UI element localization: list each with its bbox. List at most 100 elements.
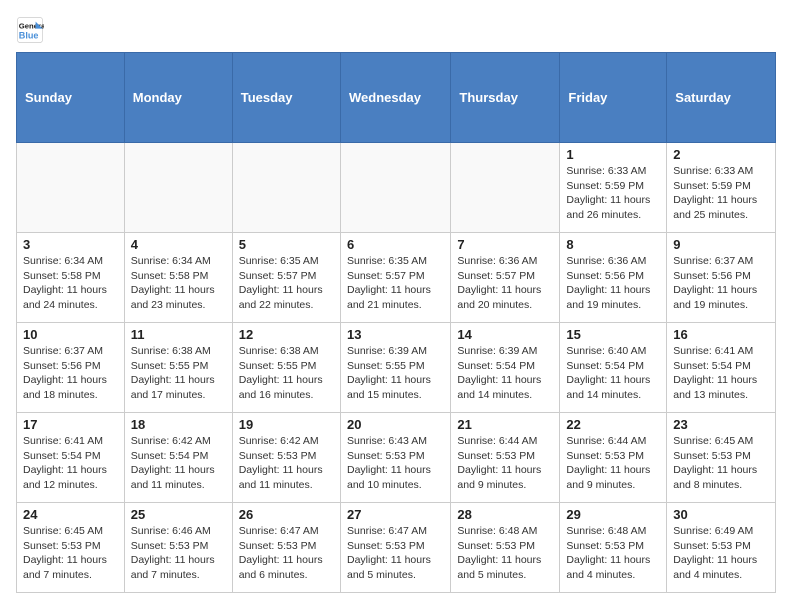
week-row-2: 10 Sunrise: 6:37 AM Sunset: 5:56 PM Dayli… bbox=[17, 323, 776, 413]
day-number: 11 bbox=[131, 327, 226, 342]
day-info: Sunrise: 6:49 AM Sunset: 5:53 PM Dayligh… bbox=[673, 524, 769, 583]
week-row-0: 1 Sunrise: 6:33 AM Sunset: 5:59 PM Daylig… bbox=[17, 143, 776, 233]
calendar-cell: 3 Sunrise: 6:34 AM Sunset: 5:58 PM Daylig… bbox=[17, 233, 125, 323]
calendar-cell: 19 Sunrise: 6:42 AM Sunset: 5:53 PM Dayli… bbox=[232, 413, 340, 503]
col-header-tuesday: Tuesday bbox=[232, 53, 340, 143]
calendar-table: SundayMondayTuesdayWednesdayThursdayFrid… bbox=[16, 52, 776, 593]
day-number: 14 bbox=[457, 327, 553, 342]
calendar-cell: 1 Sunrise: 6:33 AM Sunset: 5:59 PM Daylig… bbox=[560, 143, 667, 233]
day-number: 2 bbox=[673, 147, 769, 162]
logo: General Blue bbox=[16, 16, 48, 44]
day-number: 24 bbox=[23, 507, 118, 522]
calendar-cell: 2 Sunrise: 6:33 AM Sunset: 5:59 PM Daylig… bbox=[667, 143, 776, 233]
week-row-4: 24 Sunrise: 6:45 AM Sunset: 5:53 PM Dayli… bbox=[17, 503, 776, 593]
calendar-cell: 4 Sunrise: 6:34 AM Sunset: 5:58 PM Daylig… bbox=[124, 233, 232, 323]
day-info: Sunrise: 6:35 AM Sunset: 5:57 PM Dayligh… bbox=[347, 254, 444, 313]
day-info: Sunrise: 6:34 AM Sunset: 5:58 PM Dayligh… bbox=[131, 254, 226, 313]
day-number: 18 bbox=[131, 417, 226, 432]
calendar-cell: 9Sunrise: 6:37 AM Sunset: 5:56 PM Daylig… bbox=[667, 233, 776, 323]
col-header-wednesday: Wednesday bbox=[340, 53, 450, 143]
calendar-cell: 17Sunrise: 6:41 AM Sunset: 5:54 PM Dayli… bbox=[17, 413, 125, 503]
calendar-cell: 11 Sunrise: 6:38 AM Sunset: 5:55 PM Dayli… bbox=[124, 323, 232, 413]
calendar-cell: 28 Sunrise: 6:48 AM Sunset: 5:53 PM Dayli… bbox=[451, 503, 560, 593]
day-number: 19 bbox=[239, 417, 334, 432]
col-header-saturday: Saturday bbox=[667, 53, 776, 143]
day-number: 7 bbox=[457, 237, 553, 252]
day-number: 5 bbox=[239, 237, 334, 252]
day-info: Sunrise: 6:41 AM Sunset: 5:54 PM Dayligh… bbox=[673, 344, 769, 403]
day-info: Sunrise: 6:38 AM Sunset: 5:55 PM Dayligh… bbox=[131, 344, 226, 403]
day-number: 27 bbox=[347, 507, 444, 522]
day-info: Sunrise: 6:42 AM Sunset: 5:53 PM Dayligh… bbox=[239, 434, 334, 493]
day-info: Sunrise: 6:47 AM Sunset: 5:53 PM Dayligh… bbox=[239, 524, 334, 583]
week-row-1: 3 Sunrise: 6:34 AM Sunset: 5:58 PM Daylig… bbox=[17, 233, 776, 323]
calendar-header-row: SundayMondayTuesdayWednesdayThursdayFrid… bbox=[17, 53, 776, 143]
calendar-cell: 15 Sunrise: 6:40 AM Sunset: 5:54 PM Dayli… bbox=[560, 323, 667, 413]
day-info: Sunrise: 6:45 AM Sunset: 5:53 PM Dayligh… bbox=[23, 524, 118, 583]
calendar-cell: 25 Sunrise: 6:46 AM Sunset: 5:53 PM Dayli… bbox=[124, 503, 232, 593]
col-header-sunday: Sunday bbox=[17, 53, 125, 143]
day-number: 4 bbox=[131, 237, 226, 252]
day-number: 28 bbox=[457, 507, 553, 522]
day-info: Sunrise: 6:39 AM Sunset: 5:55 PM Dayligh… bbox=[347, 344, 444, 403]
day-number: 12 bbox=[239, 327, 334, 342]
calendar-cell bbox=[451, 143, 560, 233]
calendar-cell: 18 Sunrise: 6:42 AM Sunset: 5:54 PM Dayli… bbox=[124, 413, 232, 503]
page-header: General Blue bbox=[16, 16, 776, 44]
day-info: Sunrise: 6:33 AM Sunset: 5:59 PM Dayligh… bbox=[673, 164, 769, 223]
day-info: Sunrise: 6:45 AM Sunset: 5:53 PM Dayligh… bbox=[673, 434, 769, 493]
calendar-cell: 24 Sunrise: 6:45 AM Sunset: 5:53 PM Dayli… bbox=[17, 503, 125, 593]
calendar-cell: 30 Sunrise: 6:49 AM Sunset: 5:53 PM Dayli… bbox=[667, 503, 776, 593]
col-header-friday: Friday bbox=[560, 53, 667, 143]
day-info: Sunrise: 6:42 AM Sunset: 5:54 PM Dayligh… bbox=[131, 434, 226, 493]
calendar-cell: 12 Sunrise: 6:38 AM Sunset: 5:55 PM Dayli… bbox=[232, 323, 340, 413]
calendar-cell: 21 Sunrise: 6:44 AM Sunset: 5:53 PM Dayli… bbox=[451, 413, 560, 503]
day-number: 6 bbox=[347, 237, 444, 252]
day-info: Sunrise: 6:44 AM Sunset: 5:53 PM Dayligh… bbox=[566, 434, 660, 493]
day-info: Sunrise: 6:44 AM Sunset: 5:53 PM Dayligh… bbox=[457, 434, 553, 493]
day-number: 15 bbox=[566, 327, 660, 342]
day-number: 25 bbox=[131, 507, 226, 522]
day-number: 20 bbox=[347, 417, 444, 432]
day-info: Sunrise: 6:37 AM Sunset: 5:56 PM Dayligh… bbox=[23, 344, 118, 403]
day-info: Sunrise: 6:46 AM Sunset: 5:53 PM Dayligh… bbox=[131, 524, 226, 583]
calendar-cell: 16 Sunrise: 6:41 AM Sunset: 5:54 PM Dayli… bbox=[667, 323, 776, 413]
day-info: Sunrise: 6:36 AM Sunset: 5:56 PM Dayligh… bbox=[566, 254, 660, 313]
day-number: 22 bbox=[566, 417, 660, 432]
day-number: 3 bbox=[23, 237, 118, 252]
day-info: Sunrise: 6:48 AM Sunset: 5:53 PM Dayligh… bbox=[457, 524, 553, 583]
day-info: Sunrise: 6:34 AM Sunset: 5:58 PM Dayligh… bbox=[23, 254, 118, 313]
calendar-cell: 10 Sunrise: 6:37 AM Sunset: 5:56 PM Dayli… bbox=[17, 323, 125, 413]
day-number: 13 bbox=[347, 327, 444, 342]
day-number: 9 bbox=[673, 237, 769, 252]
calendar-cell: 6 Sunrise: 6:35 AM Sunset: 5:57 PM Daylig… bbox=[340, 233, 450, 323]
svg-text:Blue: Blue bbox=[19, 30, 39, 40]
day-info: Sunrise: 6:38 AM Sunset: 5:55 PM Dayligh… bbox=[239, 344, 334, 403]
day-number: 10 bbox=[23, 327, 118, 342]
calendar-cell: 26 Sunrise: 6:47 AM Sunset: 5:53 PM Dayli… bbox=[232, 503, 340, 593]
day-number: 30 bbox=[673, 507, 769, 522]
day-info: Sunrise: 6:33 AM Sunset: 5:59 PM Dayligh… bbox=[566, 164, 660, 223]
day-info: Sunrise: 6:39 AM Sunset: 5:54 PM Dayligh… bbox=[457, 344, 553, 403]
day-info: Sunrise: 6:47 AM Sunset: 5:53 PM Dayligh… bbox=[347, 524, 444, 583]
col-header-monday: Monday bbox=[124, 53, 232, 143]
day-number: 26 bbox=[239, 507, 334, 522]
calendar-cell bbox=[17, 143, 125, 233]
day-info: Sunrise: 6:48 AM Sunset: 5:53 PM Dayligh… bbox=[566, 524, 660, 583]
col-header-thursday: Thursday bbox=[451, 53, 560, 143]
day-info: Sunrise: 6:35 AM Sunset: 5:57 PM Dayligh… bbox=[239, 254, 334, 313]
calendar-cell: 29Sunrise: 6:48 AM Sunset: 5:53 PM Dayli… bbox=[560, 503, 667, 593]
calendar-cell: 14 Sunrise: 6:39 AM Sunset: 5:54 PM Dayli… bbox=[451, 323, 560, 413]
day-info: Sunrise: 6:40 AM Sunset: 5:54 PM Dayligh… bbox=[566, 344, 660, 403]
logo-icon: General Blue bbox=[16, 16, 44, 44]
svg-text:General: General bbox=[19, 22, 44, 31]
day-info: Sunrise: 6:43 AM Sunset: 5:53 PM Dayligh… bbox=[347, 434, 444, 493]
day-info: Sunrise: 6:36 AM Sunset: 5:57 PM Dayligh… bbox=[457, 254, 553, 313]
calendar-cell bbox=[124, 143, 232, 233]
calendar-cell bbox=[340, 143, 450, 233]
day-number: 16 bbox=[673, 327, 769, 342]
day-number: 1 bbox=[566, 147, 660, 162]
day-number: 21 bbox=[457, 417, 553, 432]
calendar-cell: 13 Sunrise: 6:39 AM Sunset: 5:55 PM Dayli… bbox=[340, 323, 450, 413]
calendar-cell: 5 Sunrise: 6:35 AM Sunset: 5:57 PM Daylig… bbox=[232, 233, 340, 323]
